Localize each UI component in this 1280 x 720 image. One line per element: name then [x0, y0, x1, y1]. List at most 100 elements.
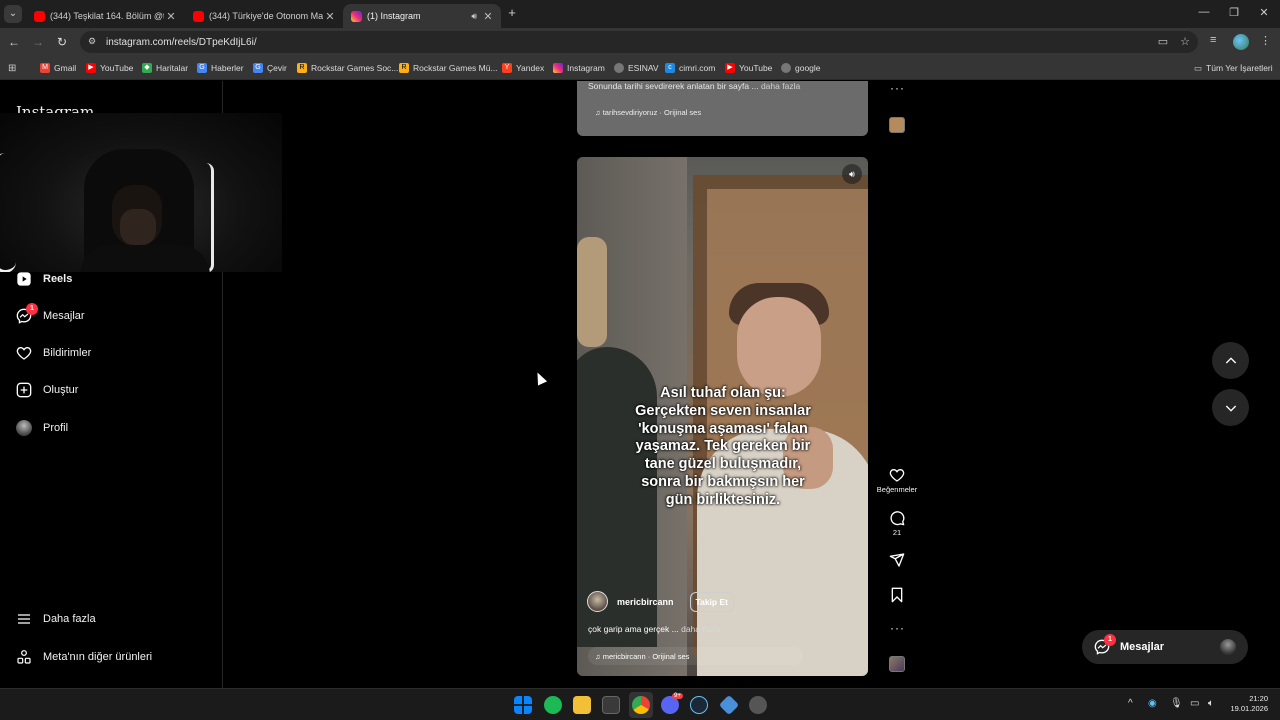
sidebar-item-meta-products[interactable]: Meta'nın diğer ürünleri: [16, 645, 152, 669]
bookmark-google[interactable]: google: [781, 61, 821, 75]
previous-reel-button[interactable]: [1212, 342, 1249, 379]
bookmark-youtube[interactable]: ▶ YouTube: [86, 61, 133, 75]
back-arrow-icon[interactable]: ←: [6, 34, 22, 50]
sidebar-item-profil[interactable]: Profil: [16, 416, 68, 440]
bookmark-haberler[interactable]: G Haberler: [197, 61, 244, 75]
more-options-icon[interactable]: ···: [890, 81, 905, 95]
reel-audio[interactable]: ♫ mericbircann · Orijinal ses: [588, 647, 803, 665]
tab-title: (344) Türkiye'de Otonom Marke: [209, 11, 323, 21]
file-explorer-icon[interactable]: [573, 696, 591, 714]
address-bar[interactable]: ⚙ instagram.com/reels/DTpeKdIjL6i/ ▭ ☆: [80, 31, 1198, 53]
instagram-icon: [351, 10, 362, 22]
sidebar-item-bildirimler[interactable]: Bildirimler: [16, 341, 91, 365]
bookmark-icon: [891, 587, 903, 603]
steam-tray-icon[interactable]: ◉: [1148, 698, 1157, 709]
steam-icon[interactable]: [690, 696, 708, 714]
tab-instagram[interactable]: (1) Instagram 🔊︎ ✕: [343, 4, 501, 28]
notification-badge: 1: [26, 303, 38, 315]
profile-avatar: [16, 420, 32, 436]
next-reel-button[interactable]: [1212, 389, 1249, 426]
comment-button[interactable]: 21: [871, 510, 923, 537]
more-link[interactable]: daha fazla: [681, 624, 720, 634]
bookmark-esinav[interactable]: ESINAV: [614, 61, 659, 75]
speaker-icon[interactable]: 🔈︎: [1208, 698, 1214, 709]
bookmark-rockstar-music[interactable]: R Rockstar Games Mü...: [399, 61, 498, 75]
author-username[interactable]: mericbircann: [617, 597, 674, 607]
spotify-icon[interactable]: [544, 696, 562, 714]
close-icon[interactable]: ✕: [164, 10, 178, 23]
game-app-icon[interactable]: [749, 696, 767, 714]
discord-badge: 9+: [672, 693, 683, 699]
tab-search-button[interactable]: ⌄: [4, 5, 22, 23]
browser-toolbar: ← → ↻ ⚙ instagram.com/reels/DTpeKdIjL6i/…: [0, 28, 1280, 56]
close-icon[interactable]: ✕: [323, 10, 337, 23]
star-icon[interactable]: ☆: [1180, 35, 1190, 48]
author-avatar[interactable]: [587, 591, 608, 612]
cimri-icon: c: [665, 63, 675, 73]
like-label: Beğenmeler: [876, 485, 918, 494]
network-icon[interactable]: ▭: [1190, 698, 1199, 709]
save-button[interactable]: [871, 587, 923, 603]
close-icon[interactable]: ✕: [481, 10, 495, 23]
chevron-up-icon[interactable]: ^: [1128, 698, 1133, 709]
previous-reel[interactable]: Sonunda tarihi sevdirerek anlatan bir sa…: [577, 81, 868, 136]
bookmark-gmail[interactable]: M Gmail: [40, 61, 76, 75]
restore-icon[interactable]: ❐: [1224, 6, 1244, 19]
messages-pill[interactable]: 1 Mesajlar: [1082, 630, 1248, 664]
system-clock[interactable]: 21:20 19.01.2026: [1228, 694, 1268, 714]
browser-profile-avatar[interactable]: [1233, 34, 1249, 50]
heart-icon: [16, 345, 32, 361]
microsoft-store-icon[interactable]: [602, 696, 620, 714]
speaker-icon[interactable]: 🔊︎: [471, 11, 477, 22]
bookmark-haritalar[interactable]: ◆ Haritalar: [142, 61, 188, 75]
chrome-icon[interactable]: [632, 696, 650, 714]
media-control-icon[interactable]: ≡: [1210, 34, 1216, 46]
all-bookmarks[interactable]: ▭ Tüm Yer İşaretleri: [1194, 61, 1273, 75]
sidebar-item-label: Mesajlar: [43, 310, 85, 322]
audio-thumbnail[interactable]: [889, 117, 905, 133]
site-info-icon[interactable]: ⚙: [88, 36, 100, 48]
microphone-icon[interactable]: 🎙︎: [1170, 698, 1183, 709]
start-menu-icon[interactable]: [514, 696, 532, 714]
kebab-menu-icon[interactable]: ⋮: [1260, 34, 1271, 47]
reload-icon[interactable]: ↻: [54, 34, 70, 50]
chevron-down-icon: [1225, 405, 1236, 412]
volume-icon[interactable]: 🔊︎: [842, 164, 862, 184]
like-button[interactable]: Beğenmeler: [871, 467, 923, 494]
sidebar-item-daha-fazla[interactable]: Daha fazla: [16, 607, 96, 631]
bookmark-youtube-2[interactable]: ▶ YouTube: [725, 61, 772, 75]
reel-video[interactable]: Asıl tuhaf olan şu: Gerçekten seven insa…: [577, 157, 868, 676]
follow-button[interactable]: Takip Et: [689, 591, 734, 612]
previous-reel-audio[interactable]: ♫ tarihsevdiriyoruz · Orijinal ses: [595, 108, 701, 117]
sidebar-item-mesajlar[interactable]: 1 Mesajlar: [16, 303, 85, 328]
tab-strip: ⌄ (344) Teşkilat 164. Bölüm @trt1 ✕ (344…: [0, 0, 1280, 28]
sidebar-item-label: Oluştur: [43, 384, 79, 396]
more-link[interactable]: daha fazla: [761, 81, 800, 91]
address-text: instagram.com/reels/DTpeKdIjL6i/: [106, 36, 257, 48]
sidebar-item-olustur[interactable]: Oluştur: [16, 378, 78, 402]
more-options-icon[interactable]: ···: [890, 621, 905, 635]
bookmark-cevir[interactable]: G Çevir: [253, 61, 287, 75]
instagram-page: Instagram Reels 1 Mesajlar Bildirimler O: [0, 81, 1280, 688]
messages-pill-label: Mesajlar: [1120, 641, 1165, 653]
meta-apps-icon: [16, 649, 32, 665]
bookmark-instagram[interactable]: Instagram: [553, 61, 605, 75]
new-tab-button[interactable]: +: [505, 6, 519, 20]
share-button[interactable]: [871, 552, 923, 568]
menu-icon: [16, 611, 32, 627]
cast-icon[interactable]: ▭: [1158, 35, 1168, 48]
audio-thumbnail[interactable]: [889, 656, 905, 672]
forward-arrow-icon[interactable]: →: [30, 34, 46, 50]
bookmark-rockstar-social[interactable]: R Rockstar Games Soc...: [297, 61, 398, 75]
reel-author-row: mericbircann Takip Et: [587, 591, 734, 612]
window-close-icon[interactable]: ✕: [1254, 6, 1274, 19]
bookmark-yandex[interactable]: Y Yandex: [502, 61, 544, 75]
bookmark-cimri[interactable]: c cimri.com: [665, 61, 715, 75]
tab-otonom[interactable]: (344) Türkiye'de Otonom Marke ✕: [185, 4, 343, 28]
tab-teskilat[interactable]: (344) Teşkilat 164. Bölüm @trt1 ✕: [26, 4, 184, 28]
folder-icon: ▭: [1194, 62, 1203, 73]
app-icon[interactable]: [718, 694, 740, 716]
minimize-icon[interactable]: —: [1194, 6, 1214, 18]
tab-title: (344) Teşkilat 164. Bölüm @trt1: [50, 11, 164, 21]
apps-grid-icon[interactable]: ⊞: [8, 61, 16, 75]
